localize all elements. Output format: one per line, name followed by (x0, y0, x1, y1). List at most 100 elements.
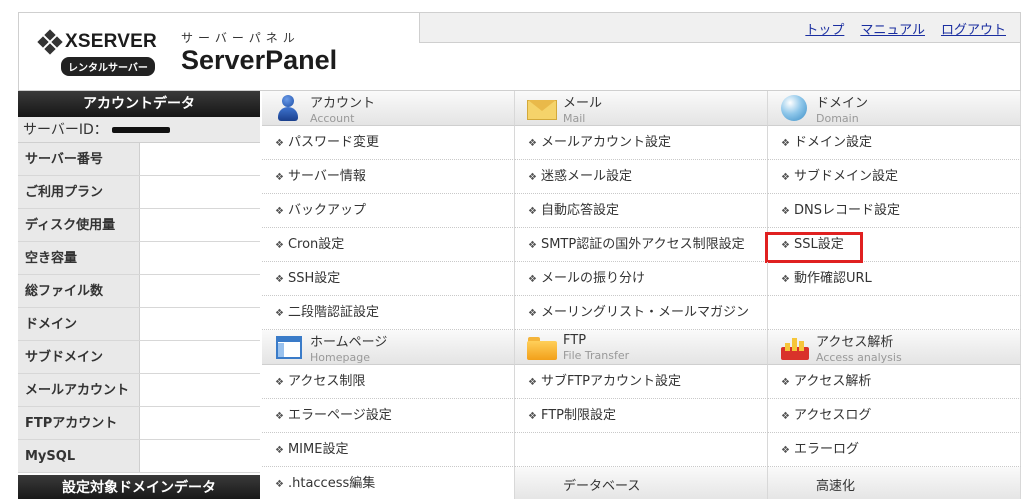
top-nav-links: トップ マニュアル ログアウト (805, 19, 1006, 38)
menu-link-access-restriction[interactable]: ❖ アクセス制限 (262, 365, 515, 399)
menu-link-label: パスワード変更 (287, 135, 379, 150)
sidebar-row-value (140, 374, 260, 406)
menu-link-label: メーリングリスト・メールマガジン (540, 305, 749, 320)
menu-link-spam[interactable]: ❖ 迷惑メール設定 (515, 160, 768, 194)
menu-link-cron[interactable]: ❖ Cron設定 (262, 228, 515, 262)
sidebar-row-label: サーバー番号 (18, 143, 140, 175)
arrow-icon: ❖ (275, 138, 284, 149)
menu-link-label: サブFTPアカウント設定 (540, 374, 681, 389)
section-title: アクセス解析 (816, 334, 894, 350)
sidebar-row: 総ファイル数 (18, 275, 260, 308)
section-subtitle: File Transfer (563, 348, 630, 362)
menu-link-label: アクセス制限 (287, 374, 366, 389)
menu-link-subdomain[interactable]: ❖ サブドメイン設定 (768, 160, 1021, 194)
sidebar-row-label: MySQL (18, 440, 140, 472)
xserver-logo[interactable]: XSERVER レンタルサーバー (37, 29, 167, 76)
diamond-logo-icon (37, 29, 63, 55)
domain-data-title: 設定対象ドメインデータ (18, 475, 260, 499)
menu-link-password[interactable]: ❖ パスワード変更 (262, 126, 515, 160)
arrow-icon: ❖ (528, 308, 537, 319)
section-subtitle: Access analysis (816, 350, 902, 364)
arrow-icon: ❖ (528, 411, 537, 422)
top-link[interactable]: トップ (805, 19, 844, 38)
menu-link-label: 自動応答設定 (540, 203, 619, 218)
menu-link-error-log[interactable]: ❖ エラーログ (768, 433, 1021, 467)
menu-link-label: ドメイン設定 (793, 135, 872, 150)
menu-link-ssh[interactable]: ❖ SSH設定 (262, 262, 515, 296)
globe-icon (780, 94, 808, 122)
menu-link-label: アクセスログ (793, 408, 872, 423)
sidebar-row: ご利用プラン (18, 176, 260, 209)
section-subtitle: Domain (816, 111, 859, 125)
menu-link-label: 迷惑メール設定 (540, 169, 632, 184)
arrow-icon: ❖ (781, 377, 790, 388)
sidebar-row: ディスク使用量 (18, 209, 260, 242)
chart-icon (780, 333, 809, 361)
menu-link-mail-filter[interactable]: ❖ メールの振り分け (515, 262, 768, 296)
sidebar-row-label: FTPアカウント (18, 407, 140, 439)
menu-link-smtp-restriction[interactable]: ❖ SMTP認証の国外アクセス制限設定 (515, 228, 768, 262)
menu-link-domain-settings[interactable]: ❖ ドメイン設定 (768, 126, 1021, 160)
sidebar-row-value (140, 209, 260, 241)
menu-link-label: メールアカウント設定 (540, 135, 671, 150)
arrow-icon: ❖ (275, 377, 284, 388)
section-subtitle: Account (310, 111, 355, 125)
arrow-icon: ❖ (528, 377, 537, 388)
header-link-bar: トップ マニュアル ログアウト (419, 13, 1020, 43)
sidebar-row: サーバー番号 (18, 143, 260, 176)
menu-link-mailing-list[interactable]: ❖ メーリングリスト・メールマガジン (515, 296, 768, 330)
panel-title: ServerPanel (181, 45, 338, 75)
menu-link-label: MIME設定 (287, 442, 349, 457)
menu-link-mime[interactable]: ❖ MIME設定 (262, 433, 515, 467)
sidebar-row: サブドメイン (18, 341, 260, 374)
arrow-icon: ❖ (781, 274, 790, 285)
menu-link-dns[interactable]: ❖ DNSレコード設定 (768, 194, 1021, 228)
folder-icon (527, 333, 557, 361)
arrow-icon: ❖ (528, 138, 537, 149)
section-database: データベース (515, 467, 768, 499)
menu-grid: アカウント Account メール Mail ドメイン Domain ❖ パスワード変更… (262, 91, 1021, 499)
sidebar-row-value (140, 176, 260, 208)
sidebar-row-value (140, 275, 260, 307)
menu-link-error-page[interactable]: ❖ エラーページ設定 (262, 399, 515, 433)
menu-link-label: SSH設定 (287, 271, 341, 286)
menu-link-sub-ftp[interactable]: ❖ サブFTPアカウント設定 (515, 365, 768, 399)
arrow-icon: ❖ (781, 172, 790, 183)
logo-text: XSERVER (65, 31, 157, 52)
sidebar-row-value (140, 143, 260, 175)
menu-link-mail-account[interactable]: ❖ メールアカウント設定 (515, 126, 768, 160)
sidebar-row-value (140, 242, 260, 274)
menu-link-test-url[interactable]: ❖ 動作確認URL (768, 262, 1021, 296)
arrow-icon: ❖ (275, 240, 284, 251)
menu-link-2fa[interactable]: ❖ 二段階認証設定 (262, 296, 515, 330)
menu-link-server-info[interactable]: ❖ サーバー情報 (262, 160, 515, 194)
menu-link-label: バックアップ (287, 203, 366, 218)
menu-link-access-analysis[interactable]: ❖ アクセス解析 (768, 365, 1021, 399)
menu-link-label: エラーページ設定 (287, 408, 392, 423)
menu-link-htaccess[interactable]: ❖ .htaccess編集 (262, 467, 515, 499)
logout-link[interactable]: ログアウト (941, 19, 1006, 38)
menu-link-access-log[interactable]: ❖ アクセスログ (768, 399, 1021, 433)
menu-link-ssl[interactable]: ❖ SSL設定 (765, 228, 1021, 263)
menu-link-label: .htaccess編集 (287, 476, 376, 491)
redacted-server-id (111, 127, 170, 133)
arrow-icon: ❖ (275, 479, 284, 490)
menu-link-backup[interactable]: ❖ バックアップ (262, 194, 515, 228)
menu-link-ftp-restriction[interactable]: ❖ FTP制限設定 (515, 399, 768, 433)
arrow-icon: ❖ (781, 206, 790, 217)
arrow-icon: ❖ (275, 172, 284, 183)
section-title: データベース (563, 478, 641, 494)
section-title: FTP (563, 332, 587, 348)
manual-link[interactable]: マニュアル (860, 19, 925, 38)
account-icon (274, 94, 302, 122)
sidebar-row-label: ご利用プラン (18, 176, 140, 208)
arrow-icon: ❖ (275, 411, 284, 422)
arrow-icon: ❖ (781, 138, 790, 149)
section-account: アカウント Account (262, 91, 515, 126)
header: トップ マニュアル ログアウト XSERVER レンタルサーバー サーバーパネル… (18, 12, 1021, 91)
menu-link-autoresponder[interactable]: ❖ 自動応答設定 (515, 194, 768, 228)
sidebar-row-value (140, 407, 260, 439)
sidebar-row-label: 総ファイル数 (18, 275, 140, 307)
menu-link-label: Cron設定 (287, 237, 345, 252)
arrow-icon: ❖ (275, 274, 284, 285)
